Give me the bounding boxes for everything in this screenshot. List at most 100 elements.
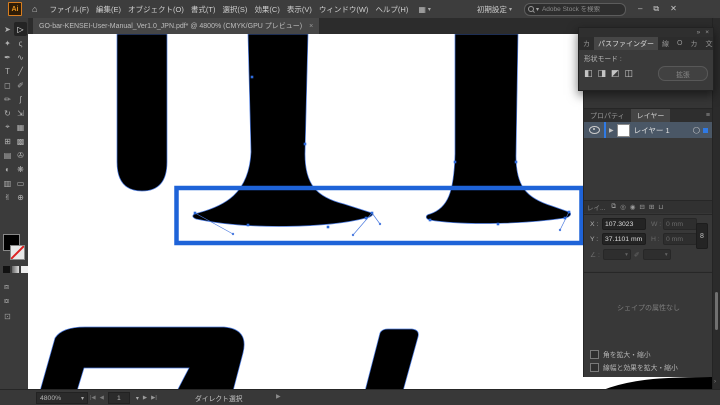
new-sublayer-icon[interactable]: ⊟	[639, 203, 644, 211]
tab-color[interactable]: カ	[579, 37, 594, 50]
gradient-button[interactable]	[12, 266, 19, 273]
tab-pathfinder[interactable]: パスファインダー	[594, 37, 658, 50]
artboard-caret-icon[interactable]: ▾	[136, 395, 139, 402]
status-overflow-icon[interactable]: ▶	[276, 393, 281, 400]
visibility-eye-icon[interactable]	[589, 126, 600, 134]
menu-select[interactable]: 選択(S)	[222, 4, 247, 15]
rotate-tool[interactable]: ↻	[1, 106, 14, 120]
draw-normal-icon[interactable]: ⧈	[4, 282, 9, 292]
free-transform-tool[interactable]: ▦	[14, 120, 27, 134]
layer-thumbnail[interactable]	[617, 124, 630, 137]
lasso-tool[interactable]: ς	[14, 36, 27, 50]
tab-close-icon[interactable]: ×	[309, 23, 313, 30]
minus-front-button-icon[interactable]: ◨	[598, 68, 607, 79]
tab-layers[interactable]: レイヤー	[631, 109, 671, 122]
pencil-tool[interactable]: ✏	[1, 92, 14, 106]
tab-color-guide[interactable]: カ	[686, 37, 701, 50]
symbol-sprayer-tool[interactable]: ❋	[14, 162, 27, 176]
workspace-switcher[interactable]: 初期設定 ▾	[477, 4, 512, 15]
scale-corners-checkbox[interactable]	[590, 350, 599, 359]
line-segment-tool[interactable]: ╱	[14, 64, 27, 78]
menu-view[interactable]: 表示(V)	[287, 4, 312, 15]
x-value-field[interactable]: 107.3023	[602, 218, 646, 230]
glyph-slant-stroke[interactable]	[365, 329, 418, 390]
magic-wand-tool[interactable]: ✦	[1, 36, 14, 50]
next-artboard-icon[interactable]: ▶	[143, 395, 147, 401]
tab-properties[interactable]: プロパティ	[584, 109, 631, 122]
menu-file[interactable]: ファイル(F)	[49, 4, 89, 15]
new-layer-icon[interactable]: ⊞	[649, 203, 654, 211]
rectangle-tool[interactable]: ◻	[1, 78, 14, 92]
scrollbar-thumb[interactable]	[715, 292, 718, 330]
paintbrush-tool[interactable]: ✐	[14, 78, 27, 92]
artboard-tool[interactable]: ▭	[14, 176, 27, 190]
unite-button-icon[interactable]: ◧	[584, 68, 593, 79]
none-button[interactable]	[21, 266, 28, 273]
selection-tool[interactable]: ➤	[1, 22, 14, 36]
ai-logo[interactable]: Ai	[8, 2, 22, 16]
search-input[interactable]	[539, 6, 622, 13]
glyph-flared-stem-left[interactable]	[193, 34, 373, 226]
menu-effect[interactable]: 効果(C)	[254, 4, 279, 15]
delete-layer-icon[interactable]: ⊔	[658, 203, 663, 211]
draw-behind-icon[interactable]: ⧇	[4, 296, 9, 306]
scale-tool[interactable]: ⇲	[14, 106, 27, 120]
rotate-angle-select[interactable]: ▾	[603, 249, 631, 260]
selected-art-indicator[interactable]	[703, 128, 708, 133]
menu-help[interactable]: ヘルプ(H)	[375, 4, 408, 15]
intersect-button-icon[interactable]: ◩	[611, 68, 620, 79]
layer-name[interactable]: レイヤー 1	[634, 125, 670, 136]
tab-stroke[interactable]: 線	[658, 37, 673, 50]
target-circle-icon[interactable]: ◯	[693, 126, 700, 134]
w-value-field[interactable]: 0 mm	[663, 218, 697, 230]
glyph-flared-stem-right[interactable]	[426, 34, 570, 224]
glyph-rounded-stem[interactable]	[117, 34, 167, 191]
column-graph-tool[interactable]: ▥	[1, 176, 14, 190]
prev-artboard-icon[interactable]: ◀	[100, 395, 104, 401]
exclude-button-icon[interactable]: ◫	[625, 68, 634, 79]
scale-strokes-checkbox[interactable]	[590, 363, 599, 372]
stock-search-box[interactable]: ▾	[524, 3, 626, 16]
type-tool[interactable]: T	[1, 64, 14, 78]
gradient-tool[interactable]: ▤	[1, 148, 14, 162]
arrange-documents-icon[interactable]: ▦	[418, 5, 426, 14]
perspective-grid-tool[interactable]: ⊞	[1, 134, 14, 148]
close-button[interactable]: ✕	[670, 4, 677, 14]
first-artboard-icon[interactable]: |◀	[90, 395, 96, 401]
width-tool[interactable]: ⌖	[1, 120, 14, 134]
zoom-level-select[interactable]: 4800% ▾	[36, 392, 88, 404]
locate-object-icon[interactable]: ◎	[620, 203, 626, 211]
expand-button[interactable]: 拡張	[658, 66, 708, 81]
color-button[interactable]	[3, 266, 10, 273]
restore-button[interactable]: ⧉	[653, 4, 659, 14]
h-value-field[interactable]: 0 mm	[663, 233, 697, 245]
panel-collapse-icon[interactable]: »	[697, 29, 701, 36]
stroke-color-swatch[interactable]	[10, 245, 25, 260]
minimize-button[interactable]: –	[638, 4, 642, 14]
scrollbar-arrow-icon[interactable]: ›	[714, 379, 716, 385]
menu-type[interactable]: 書式(T)	[191, 4, 216, 15]
tab-character[interactable]: 文	[701, 37, 713, 50]
mesh-tool[interactable]: ▩	[14, 134, 27, 148]
glyph-arch[interactable]	[40, 327, 244, 390]
pen-tool[interactable]: ✒	[1, 50, 14, 64]
tab-opacity[interactable]: O	[673, 37, 686, 50]
panel-close-icon[interactable]: ×	[705, 29, 709, 36]
layer-row[interactable]: ▶ レイヤー 1 ◯	[584, 122, 713, 138]
curvature-tool[interactable]: ∿	[14, 50, 27, 64]
direct-selection-tool[interactable]: ▷	[14, 22, 27, 36]
document-tab[interactable]: GO-bar-KENSEI-User-Manual_Ver1.0_JPN.pdf…	[33, 18, 319, 34]
menu-object[interactable]: オブジェクト(O)	[128, 4, 184, 15]
expand-arrow-icon[interactable]: ▶	[609, 127, 614, 134]
eyedropper-tool[interactable]: ✇	[14, 148, 27, 162]
constrain-proportions-icon[interactable]: 8	[696, 223, 708, 249]
screen-mode-icon[interactable]: ⊡	[4, 312, 11, 321]
artboard-canvas[interactable]	[28, 34, 583, 390]
menu-edit[interactable]: 編集(E)	[96, 4, 121, 15]
shaper-tool[interactable]: ʃ	[14, 92, 27, 106]
last-artboard-icon[interactable]: ▶|	[151, 395, 157, 401]
collect-for-export-icon[interactable]: ⧉	[611, 203, 616, 211]
zoom-tool[interactable]: ⊕	[14, 190, 27, 204]
arrange-documents-caret-icon[interactable]: ▾	[428, 6, 431, 13]
shear-angle-select[interactable]: ▾	[643, 249, 671, 260]
